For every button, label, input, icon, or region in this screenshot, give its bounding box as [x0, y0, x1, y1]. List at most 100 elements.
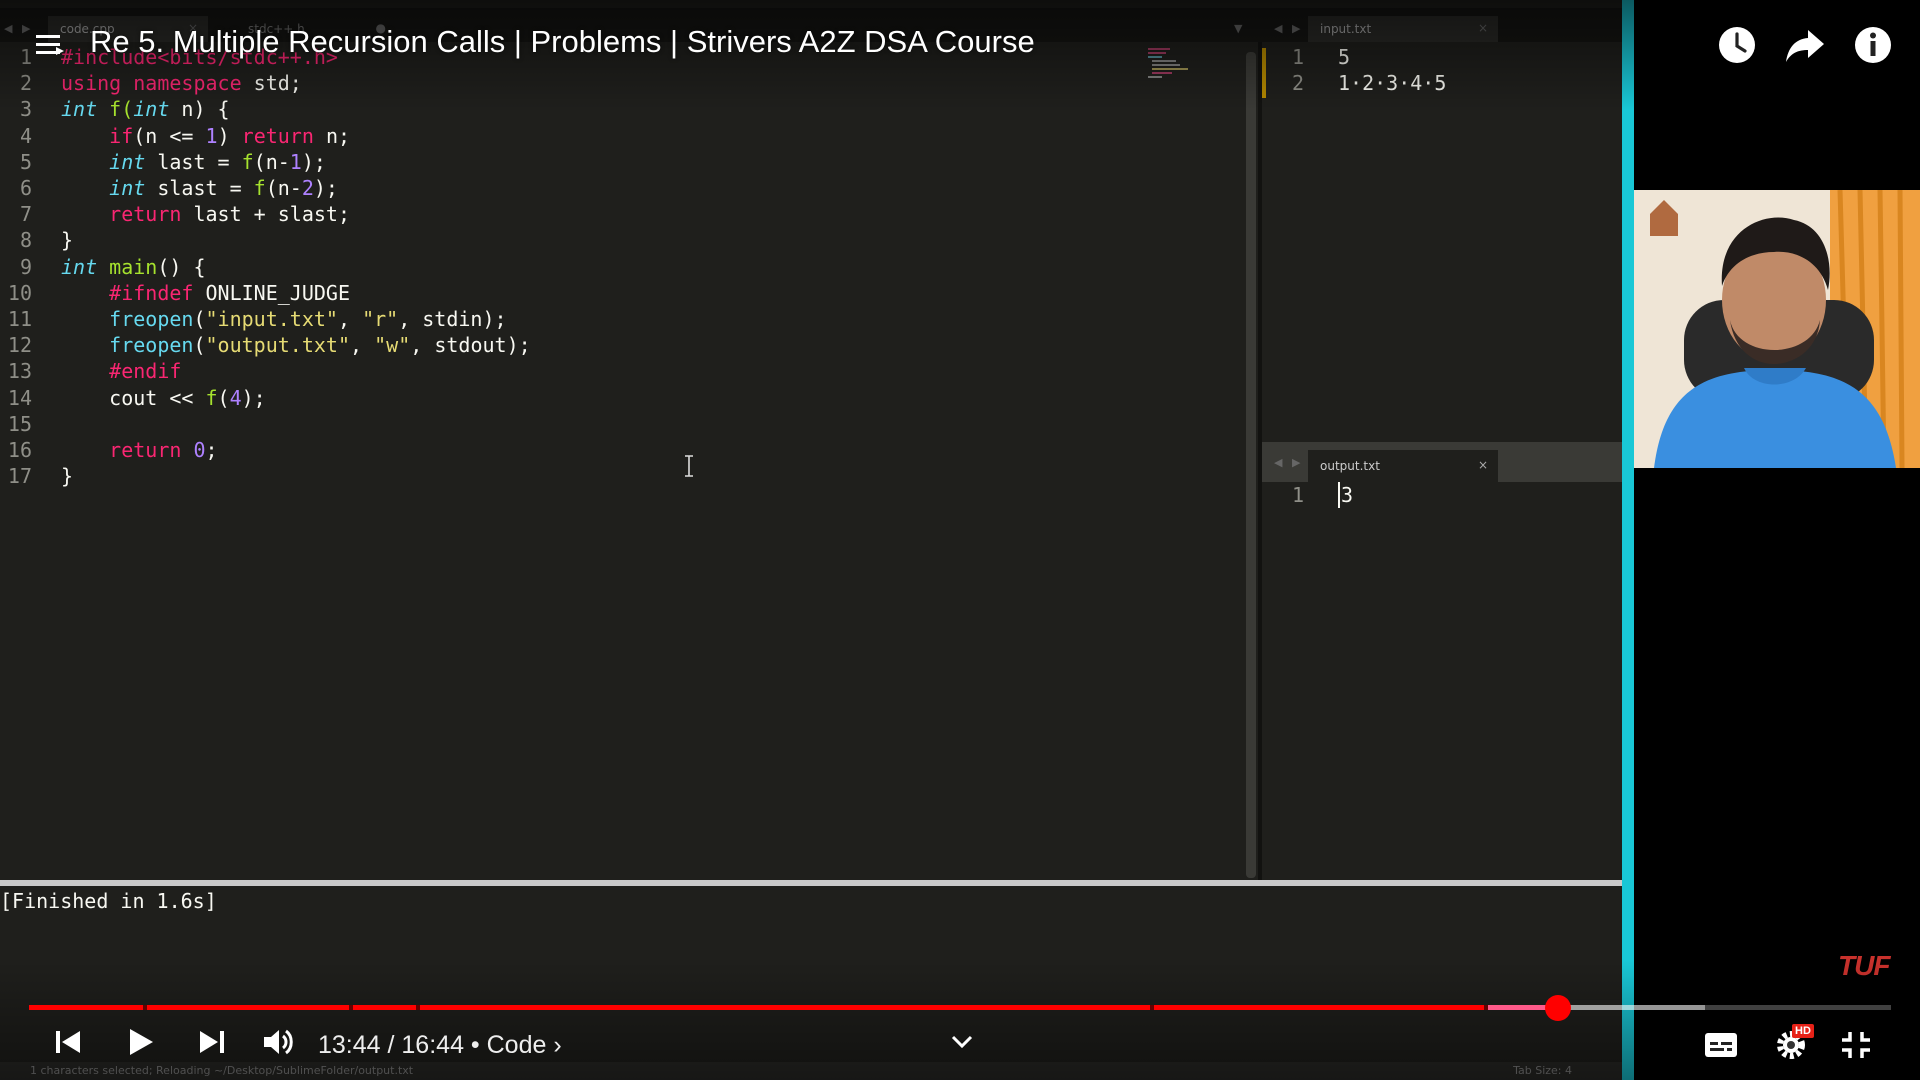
code-token: );	[301, 149, 326, 174]
chapter-marker	[416, 1005, 420, 1010]
input-file-pane[interactable]: 1 5 2 1·2·3·4·5	[1262, 42, 1622, 442]
code-token: f	[205, 385, 218, 410]
code-token: }	[61, 464, 74, 489]
input-line: 5	[1338, 45, 1351, 69]
code-token: freopen	[109, 333, 194, 358]
info-icon[interactable]	[1852, 24, 1894, 66]
code-token: using	[61, 71, 122, 96]
current-time: 13:44	[318, 1031, 381, 1059]
tab-size-indicator[interactable]: Tab Size: 4	[1513, 1064, 1572, 1077]
code-token: }	[61, 228, 74, 253]
chapter-marker	[143, 1005, 147, 1010]
tab-dropdown-icon[interactable]: ▼	[1234, 22, 1245, 35]
line-number: 2	[19, 71, 32, 96]
line-number: 16	[7, 438, 32, 462]
code-token: freopen	[109, 307, 194, 331]
code-line: #ifndef ONLINE_JUDGE	[61, 280, 350, 306]
code-token: 4	[229, 385, 242, 410]
chapter-title[interactable]: Code	[487, 1031, 547, 1059]
line-number: 11	[7, 307, 32, 331]
code-token: namespace	[133, 71, 242, 96]
code-line: int slast = f(n-2);	[61, 175, 338, 201]
tab-nav-arrows[interactable]: ◀ ▶	[1274, 22, 1303, 35]
code-token: int	[109, 149, 146, 174]
line-number: 4	[19, 123, 32, 148]
minimap[interactable]	[1148, 48, 1188, 84]
presenter-image	[1634, 190, 1920, 468]
hd-badge: HD	[1792, 1024, 1814, 1038]
total-time: 16:44	[401, 1031, 464, 1059]
code-token: "output.txt"	[205, 333, 351, 358]
code-line: freopen("input.txt", "r", stdin);	[61, 306, 506, 332]
line-number: 13	[7, 359, 32, 384]
play-icon[interactable]	[124, 1026, 156, 1058]
settings-button[interactable]: HD	[1774, 1024, 1814, 1062]
line-number: 7	[19, 202, 32, 227]
tab-nav-arrows[interactable]: ◀ ▶	[4, 22, 33, 35]
status-bar: 1 characters selected; Reloading ~/Deskt…	[0, 1062, 1622, 1080]
code-line: freopen("output.txt", "w", stdout);	[61, 332, 530, 358]
tab-nav-arrows[interactable]: ◀ ▶	[1274, 456, 1303, 469]
line-number: 15	[7, 411, 32, 436]
line-number: 2	[1291, 71, 1304, 96]
code-token: "w"	[374, 333, 411, 358]
clock-icon[interactable]	[1716, 24, 1758, 66]
code-token: ONLINE_JUDGE	[193, 280, 351, 305]
volume-icon[interactable]	[262, 1026, 296, 1058]
code-token: int	[61, 254, 98, 279]
skip-previous-icon[interactable]	[52, 1026, 84, 1058]
progress-bar[interactable]	[29, 995, 1891, 1021]
code-token: ,	[337, 307, 363, 331]
code-token: "r"	[362, 307, 399, 331]
code-token: (	[193, 307, 206, 331]
subtitles-icon[interactable]	[1704, 1030, 1738, 1060]
code-token: last =	[145, 149, 242, 174]
code-token: ;	[205, 438, 218, 462]
presenter-webcam	[1634, 190, 1920, 468]
code-line: cout << f(4);	[61, 385, 266, 411]
code-line: int last = f(n-1);	[61, 149, 326, 175]
accent-bar	[1622, 0, 1634, 1080]
line-number: 14	[7, 385, 32, 410]
modified-line-marker	[1262, 48, 1266, 98]
code-token: if	[109, 123, 134, 148]
tab-close-icon[interactable]: ×	[1478, 458, 1488, 472]
code-token: (n-	[253, 149, 290, 174]
tab-input-txt[interactable]: input.txt ×	[1308, 16, 1498, 42]
chapter-chevron-icon[interactable]: ›	[553, 1031, 561, 1059]
code-line: return last + slast;	[61, 201, 350, 227]
skip-next-icon[interactable]	[196, 1026, 228, 1058]
line-number: 12	[7, 333, 32, 358]
code-token: (n <=	[133, 123, 206, 148]
tab-output-txt[interactable]: output.txt ×	[1308, 450, 1498, 482]
time-display: 13:44 / 16:44 • Code ›	[318, 1031, 562, 1060]
code-token: ,	[350, 333, 375, 358]
code-token: slast =	[145, 176, 254, 200]
code-token: 2	[301, 176, 314, 200]
tab-close-icon[interactable]: ×	[1478, 21, 1488, 35]
output-line: 3	[1338, 482, 1353, 509]
line-number: 1	[1291, 483, 1304, 507]
code-line: int f(int n) {	[61, 96, 230, 122]
code-token: #endif	[109, 359, 182, 384]
code-token: 0	[193, 438, 206, 462]
share-arrow-icon[interactable]	[1784, 24, 1826, 66]
code-token: n) {	[169, 97, 230, 122]
output-file-pane[interactable]: 1 3	[1262, 482, 1622, 882]
exit-fullscreen-icon[interactable]	[1840, 1030, 1872, 1060]
code-area[interactable]: 1 #include<bits/stdc++.h> 2 using namesp…	[0, 44, 1245, 880]
vertical-scrollbar[interactable]	[1246, 52, 1256, 878]
code-line: }	[61, 227, 73, 253]
code-token: cout <<	[61, 385, 206, 410]
code-token: int	[61, 97, 98, 122]
code-line: }	[61, 463, 73, 489]
code-token: return	[241, 123, 314, 148]
hamburger-icon[interactable]	[34, 30, 64, 60]
chevron-down-icon[interactable]	[950, 1034, 974, 1050]
video-title[interactable]: Re 5. Multiple Recursion Calls | Problem…	[90, 24, 1035, 60]
code-token: f(	[97, 97, 134, 122]
code-token: #ifndef	[109, 280, 194, 305]
